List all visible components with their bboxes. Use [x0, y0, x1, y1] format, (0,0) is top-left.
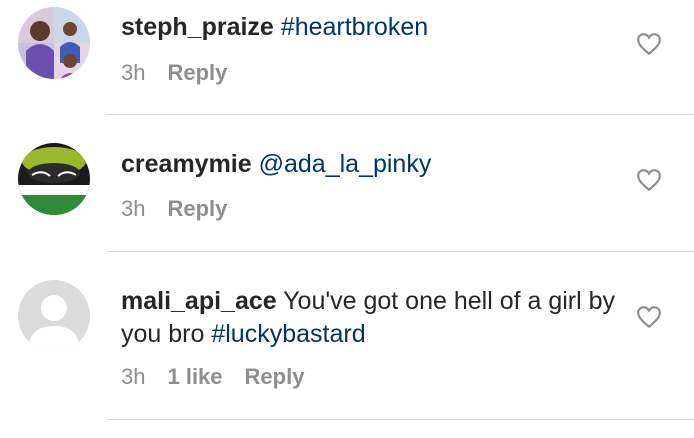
avatar-photo — [18, 143, 90, 215]
comment-text: creamymie @ada_la_pinky — [121, 148, 624, 181]
avatar[interactable] — [18, 143, 90, 215]
default-avatar-icon — [18, 280, 90, 352]
comment-item: mali_api_ace You've got one hell of a gi… — [0, 252, 694, 422]
comment-username[interactable]: creamymie — [121, 150, 252, 178]
likes-count[interactable]: 1 like — [167, 364, 222, 390]
comment-item: creamymie @ada_la_pinky 3h Reply — [0, 115, 694, 252]
comment-username[interactable]: mali_api_ace — [121, 287, 277, 315]
hashtag-link[interactable]: #luckybastard — [211, 320, 365, 348]
comment-time: 3h — [121, 364, 146, 389]
reply-button[interactable]: Reply — [167, 196, 227, 222]
avatar[interactable] — [18, 7, 90, 79]
comment-item: steph_praize #heartbroken 3h Reply — [0, 0, 694, 115]
avatar-photo — [18, 7, 90, 79]
heart-outline-icon[interactable] — [636, 168, 662, 192]
avatar[interactable] — [18, 280, 90, 352]
comment-username[interactable]: steph_praize — [121, 13, 274, 41]
comment-time: 3h — [121, 196, 146, 221]
divider — [106, 419, 694, 420]
reply-button[interactable]: Reply — [245, 364, 305, 390]
comment-text: steph_praize #heartbroken — [121, 11, 624, 44]
mention-link[interactable]: @ada_la_pinky — [259, 150, 432, 178]
comment-time: 3h — [121, 60, 146, 85]
comment-meta: 3h Reply — [121, 196, 227, 222]
comment-meta: 3h Reply — [121, 60, 227, 86]
reply-button[interactable]: Reply — [167, 60, 227, 86]
hashtag-link[interactable]: #heartbroken — [281, 13, 428, 41]
comment-text: mali_api_ace You've got one hell of a gi… — [121, 285, 624, 351]
comment-meta: 3h 1 like Reply — [121, 364, 304, 390]
heart-outline-icon[interactable] — [636, 305, 662, 329]
heart-outline-icon[interactable] — [636, 32, 662, 56]
